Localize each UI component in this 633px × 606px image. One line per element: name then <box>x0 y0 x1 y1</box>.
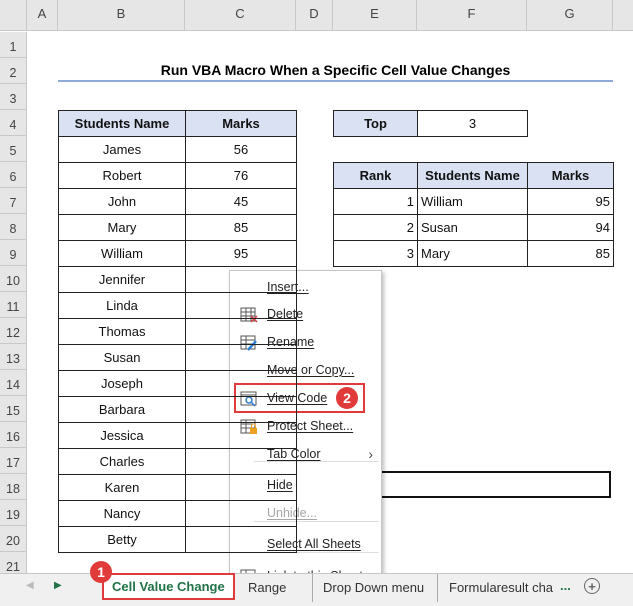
student-name-cell[interactable]: Joseph <box>58 370 186 397</box>
marks-cell[interactable] <box>185 292 297 319</box>
marks-cell[interactable] <box>185 266 297 293</box>
row-header-17[interactable]: 17 <box>0 448 27 474</box>
row-header-10[interactable]: 10 <box>0 266 27 292</box>
column-header-A[interactable]: A <box>27 0 58 31</box>
marks-cell[interactable]: 56 <box>185 136 297 163</box>
step-1-badge: 1 <box>90 561 112 583</box>
column-header-D[interactable]: D <box>296 0 333 31</box>
sheet-tab-cell-value-change[interactable]: Cell Value Change <box>102 573 235 600</box>
row-header-14[interactable]: 14 <box>0 370 27 396</box>
marks-cell[interactable] <box>185 396 297 423</box>
row-header-15[interactable]: 15 <box>0 396 27 422</box>
column-header-B[interactable]: B <box>58 0 185 31</box>
scroll-left-icon[interactable]: ◀ <box>26 580 34 591</box>
row-header-19[interactable]: 19 <box>0 500 27 526</box>
student-name-cell[interactable]: Jessica <box>58 422 186 449</box>
student-name-cell[interactable]: Jennifer <box>58 266 186 293</box>
row-header-13[interactable]: 13 <box>0 344 27 370</box>
column-header-G[interactable]: G <box>527 0 613 31</box>
rank-name-cell[interactable]: Mary <box>417 240 528 267</box>
students-table-header[interactable]: Marks <box>185 110 297 137</box>
row-header-12[interactable]: 12 <box>0 318 27 344</box>
row-header-16[interactable]: 16 <box>0 422 27 448</box>
add-sheet-icon[interactable]: + <box>584 578 600 594</box>
top-value-cell[interactable]: 3 <box>417 110 528 137</box>
marks-cell[interactable]: 85 <box>185 214 297 241</box>
sheet-tab-range[interactable]: Range <box>248 574 286 602</box>
rank-table-header[interactable]: Rank <box>333 162 418 189</box>
row-header-20[interactable]: 20 <box>0 526 27 552</box>
student-name-cell[interactable]: Robert <box>58 162 186 189</box>
student-name-cell[interactable]: Thomas <box>58 318 186 345</box>
student-name-cell[interactable]: Mary <box>58 214 186 241</box>
student-name-cell[interactable]: Charles <box>58 448 186 475</box>
marks-cell[interactable] <box>185 370 297 397</box>
row-header-4[interactable]: 4 <box>0 110 27 136</box>
sheet-tab-formularesult[interactable]: Formularesult cha <box>437 574 555 602</box>
more-tabs-ellipsis[interactable]: ... <box>560 578 571 593</box>
select-all-corner[interactable] <box>0 0 27 31</box>
marks-cell[interactable] <box>185 422 297 449</box>
row-header-2[interactable]: 2 <box>0 58 27 84</box>
marks-cell[interactable] <box>185 448 297 475</box>
marks-cell[interactable] <box>185 344 297 371</box>
marks-cell[interactable] <box>185 474 297 501</box>
step-2-badge: 2 <box>336 387 358 409</box>
student-name-cell[interactable]: Linda <box>58 292 186 319</box>
row-header-5[interactable]: 5 <box>0 136 27 162</box>
row-header-6[interactable]: 6 <box>0 162 27 188</box>
student-name-cell[interactable]: John <box>58 188 186 215</box>
row-header-7[interactable]: 7 <box>0 188 27 214</box>
student-name-cell[interactable]: William <box>58 240 186 267</box>
student-name-cell[interactable]: Betty <box>58 526 186 553</box>
title: Run VBA Macro When a Specific Cell Value… <box>58 58 613 82</box>
student-name-cell[interactable]: James <box>58 136 186 163</box>
column-header-F[interactable]: F <box>417 0 527 31</box>
rank-name-cell[interactable]: Susan <box>417 214 528 241</box>
marks-cell[interactable]: 45 <box>185 188 297 215</box>
chevron-right-icon: › <box>368 446 373 462</box>
column-header-E[interactable]: E <box>333 0 417 31</box>
row-header-1[interactable]: 1 <box>0 32 27 58</box>
rank-cell[interactable]: 1 <box>333 188 418 215</box>
vertical-scrollbar[interactable] <box>613 0 633 31</box>
sheet-tab-bar: ◀ ▶ Range Drop Down menu Formularesult c… <box>0 561 633 606</box>
rank-marks-cell[interactable]: 85 <box>527 240 614 267</box>
rank-cell[interactable]: 3 <box>333 240 418 267</box>
row-header-18[interactable]: 18 <box>0 474 27 500</box>
student-name-cell[interactable]: Karen <box>58 474 186 501</box>
rank-marks-cell[interactable]: 95 <box>527 188 614 215</box>
student-name-cell[interactable]: Nancy <box>58 500 186 527</box>
scroll-right-icon[interactable]: ▶ <box>54 580 62 591</box>
row-header-8[interactable]: 8 <box>0 214 27 240</box>
marks-cell[interactable] <box>185 500 297 527</box>
row-header-3[interactable]: 3 <box>0 84 27 110</box>
top-label-cell[interactable]: Top <box>333 110 418 137</box>
student-name-cell[interactable]: Susan <box>58 344 186 371</box>
marks-cell[interactable]: 76 <box>185 162 297 189</box>
rank-table-header[interactable]: Students Name <box>417 162 528 189</box>
rank-marks-cell[interactable]: 94 <box>527 214 614 241</box>
marks-cell[interactable] <box>185 318 297 345</box>
row-header-9[interactable]: 9 <box>0 240 27 266</box>
rank-cell[interactable]: 2 <box>333 214 418 241</box>
marks-cell[interactable]: 95 <box>185 240 297 267</box>
students-table-header[interactable]: Students Name <box>58 110 186 137</box>
marks-cell[interactable] <box>185 526 297 553</box>
student-name-cell[interactable]: Barbara <box>58 396 186 423</box>
sheet-tab-drop-down-menu[interactable]: Drop Down menu <box>312 574 424 602</box>
column-header-C[interactable]: C <box>185 0 296 31</box>
rank-table-header[interactable]: Marks <box>527 162 614 189</box>
row-header-11[interactable]: 11 <box>0 292 27 318</box>
rank-name-cell[interactable]: William <box>417 188 528 215</box>
